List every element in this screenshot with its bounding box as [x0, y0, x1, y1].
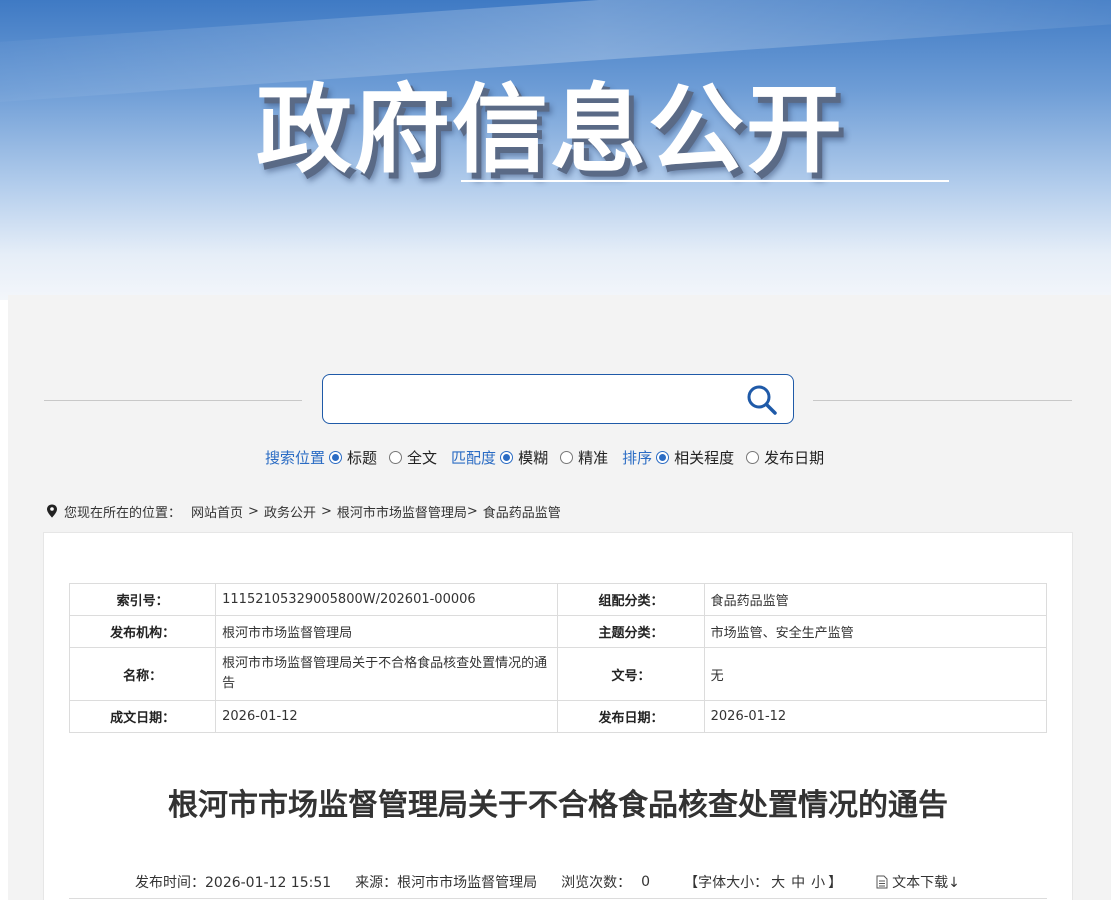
source: 来源：根河市市场监督管理局: [355, 875, 538, 891]
font-large-button[interactable]: 大: [771, 875, 785, 891]
breadcrumb-prefix: 您现在所在的位置：: [64, 505, 182, 521]
option-exact[interactable]: 精准: [560, 447, 608, 468]
search-icon: [747, 385, 777, 415]
option-date-label: 发布日期: [764, 448, 825, 467]
font-medium-button[interactable]: 中: [791, 875, 805, 891]
views-count: 0: [641, 874, 651, 890]
breadcrumb-separator: >: [466, 503, 478, 519]
option-fulltext-label: 全文: [407, 448, 438, 467]
option-fuzzy[interactable]: 模糊: [500, 447, 548, 468]
views-label: 浏览次数：: [561, 875, 632, 891]
breadcrumb-separator: >: [320, 503, 332, 519]
publish-time: 发布时间：2026-01-12 15:51: [135, 875, 332, 891]
header-banner: 政府信息公开: [0, 0, 1111, 300]
search-options: 搜索位置 标题 全文 匹配度 模糊 精准 排序 相关程度 发布日期: [265, 446, 836, 468]
search-input[interactable]: [335, 383, 735, 415]
option-title-label: 标题: [347, 448, 378, 467]
download-label: 文本下载↓: [892, 875, 960, 891]
breadcrumb-bureau[interactable]: 根河市市场监督管理局: [337, 502, 467, 521]
option-relevance[interactable]: 相关程度: [656, 447, 734, 468]
sort-label: 排序: [622, 448, 653, 467]
created-date-value: 2026-01-12: [215, 700, 559, 733]
breadcrumb-home[interactable]: 网站首页: [191, 502, 243, 521]
category-value: 食品药品监管: [703, 583, 1048, 616]
radio-exact[interactable]: [560, 450, 574, 464]
topic-label: 主题分类：: [557, 615, 705, 648]
radio-fuzzy[interactable]: [500, 450, 514, 464]
publisher-label: 发布机构：: [68, 615, 217, 648]
font-size-suffix: 】: [828, 875, 843, 891]
index-no-label: 索引号：: [68, 583, 217, 616]
doc-no-value: 无: [703, 647, 1048, 701]
document-info-bar: 发布时间：2026-01-12 15:51 来源：根河市市场监督管理局 浏览次数…: [135, 872, 960, 892]
font-size-prefix: 【字体大小：: [684, 875, 769, 891]
breadcrumb-separator: >: [248, 503, 259, 519]
search-button[interactable]: [745, 383, 779, 417]
breadcrumb: 您现在所在的位置： 网站首页 > 政务公开 > 根河市市场监督管理局 > 食品药…: [46, 502, 561, 521]
option-fuzzy-label: 模糊: [518, 448, 549, 467]
text-download-link[interactable]: 文本下载↓: [876, 872, 960, 892]
metadata-table: 索引号： 11152105329005800W/202601-00006 组配分…: [68, 583, 1048, 733]
breadcrumb-gov-affairs[interactable]: 政务公开: [264, 502, 316, 521]
option-fulltext[interactable]: 全文: [389, 447, 437, 468]
table-row: 成文日期： 2026-01-12 发布日期： 2026-01-12: [68, 700, 1048, 733]
font-small-button[interactable]: 小: [811, 875, 825, 891]
topic-value: 市场监管、安全生产监管: [703, 615, 1048, 648]
radio-title[interactable]: [329, 450, 343, 464]
table-row: 名称： 根河市市场监督管理局关于不合格食品核查处置情况的通告 文号： 无: [68, 647, 1048, 701]
match-label: 匹配度: [451, 448, 497, 467]
search-position-label: 搜索位置: [265, 448, 326, 467]
published-date-value: 2026-01-12: [703, 700, 1048, 733]
doc-no-label: 文号：: [557, 647, 705, 701]
radio-relevance[interactable]: [656, 450, 670, 464]
document-title: 根河市市场监督管理局关于不合格食品核查处置情况的通告: [168, 788, 948, 823]
option-relevance-label: 相关程度: [674, 448, 735, 467]
option-title[interactable]: 标题: [329, 447, 377, 468]
category-label: 组配分类：: [557, 583, 705, 616]
option-exact-label: 精准: [578, 448, 609, 467]
option-date[interactable]: 发布日期: [746, 447, 824, 468]
divider-right: [813, 400, 1072, 401]
table-row: 发布机构： 根河市市场监督管理局 主题分类： 市场监管、安全生产监管: [68, 615, 1048, 648]
table-row: 索引号： 11152105329005800W/202601-00006 组配分…: [68, 583, 1048, 616]
created-date-label: 成文日期：: [68, 700, 217, 733]
name-value: 根河市市场监督管理局关于不合格食品核查处置情况的通告: [215, 647, 559, 701]
location-pin-icon: [47, 504, 57, 518]
publisher-value: 根河市市场监督管理局: [215, 615, 559, 648]
banner-underline: [461, 180, 949, 182]
banner-title: 政府信息公开: [256, 74, 844, 186]
font-size-control: 【字体大小：大中小】: [684, 872, 842, 892]
radio-date[interactable]: [746, 450, 760, 464]
divider-left: [44, 400, 302, 401]
search-box: [322, 374, 794, 424]
index-no-value: 11152105329005800W/202601-00006: [215, 583, 559, 616]
published-date-label: 发布日期：: [557, 700, 705, 733]
document-icon: [876, 875, 888, 889]
radio-fulltext[interactable]: [389, 450, 403, 464]
name-label: 名称：: [68, 647, 217, 701]
content-divider: [69, 898, 1047, 899]
breadcrumb-food-drug[interactable]: 食品药品监管: [483, 502, 561, 521]
